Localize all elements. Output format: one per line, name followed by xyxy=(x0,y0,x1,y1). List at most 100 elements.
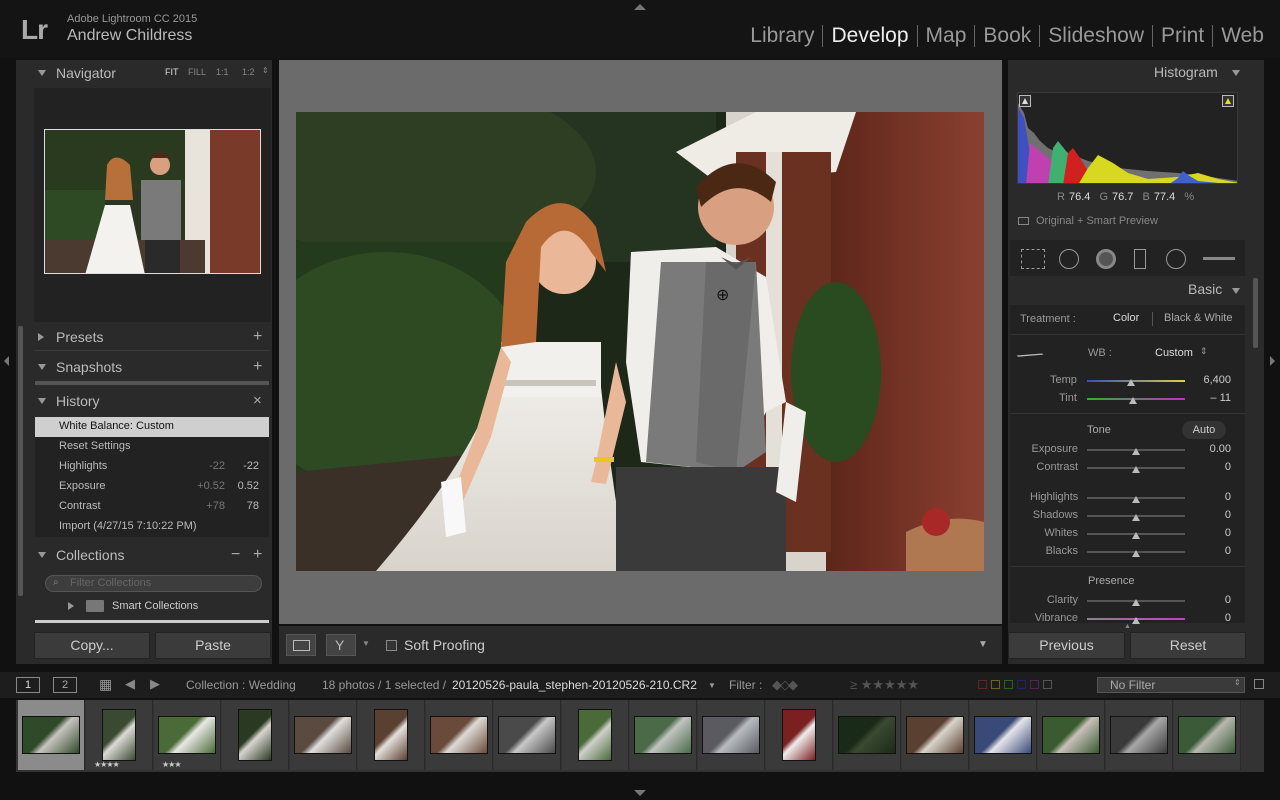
filmstrip-thumbnail[interactable] xyxy=(358,700,425,770)
presence-slider-handle[interactable] xyxy=(1132,617,1140,624)
module-print[interactable]: Print xyxy=(1153,24,1212,48)
history-step[interactable]: White Balance: Custom xyxy=(35,417,269,437)
tone-slider-handle[interactable] xyxy=(1132,514,1140,521)
filename-dropdown-icon[interactable]: ▼ xyxy=(708,681,716,690)
red-eye-icon[interactable] xyxy=(1096,249,1116,269)
zoom-fit[interactable]: FIT xyxy=(165,67,179,77)
radial-filter-icon[interactable] xyxy=(1166,249,1186,269)
tint-value[interactable]: – 11 xyxy=(1191,392,1231,404)
module-web[interactable]: Web xyxy=(1213,24,1272,48)
tone-slider-handle[interactable] xyxy=(1132,448,1140,455)
yellow-label-filter[interactable] xyxy=(991,680,1000,689)
tone-slider-value[interactable]: 0 xyxy=(1191,545,1231,557)
collection-source[interactable]: Collection : Wedding xyxy=(186,678,296,692)
crop-tool-icon[interactable] xyxy=(1021,249,1045,269)
copy-button[interactable]: Copy... xyxy=(34,632,150,659)
collapse-right-arrow-icon[interactable] xyxy=(1270,356,1275,366)
grid-view-icon[interactable]: ▦ xyxy=(99,676,112,693)
history-header[interactable]: History xyxy=(38,389,100,413)
filmstrip-thumbnail[interactable] xyxy=(1174,700,1241,770)
add-preset-icon[interactable]: + xyxy=(253,328,262,346)
clear-history-icon[interactable]: × xyxy=(253,392,262,409)
filmstrip-thumbnail[interactable] xyxy=(290,700,357,770)
collapse-triangle-icon[interactable] xyxy=(1232,288,1240,294)
module-library[interactable]: Library xyxy=(742,24,822,48)
collections-header[interactable]: Collections xyxy=(38,543,124,567)
highlight-clipping-toggle[interactable] xyxy=(1222,95,1234,107)
collapse-left-arrow-icon[interactable] xyxy=(4,356,9,366)
tone-slider-value[interactable]: 0 xyxy=(1191,491,1231,503)
temp-slider-handle[interactable] xyxy=(1127,379,1136,386)
temp-slider[interactable] xyxy=(1087,380,1185,382)
history-step[interactable]: Import (4/27/15 7:10:22 PM) xyxy=(35,517,269,537)
wb-select[interactable]: Custom xyxy=(1155,347,1193,359)
histogram-graph[interactable] xyxy=(1017,92,1238,184)
basic-title[interactable]: Basic xyxy=(1188,281,1222,297)
collapse-bottom-arrow-icon[interactable] xyxy=(634,790,646,796)
primary-window-button[interactable]: 1 xyxy=(16,677,40,693)
view-dropdown-icon[interactable]: ▼ xyxy=(362,639,370,648)
green-label-filter[interactable] xyxy=(1004,680,1013,689)
back-arrow-icon[interactable]: ◀ xyxy=(125,676,135,692)
tint-slider-handle[interactable] xyxy=(1129,397,1138,404)
module-map[interactable]: Map xyxy=(918,24,975,48)
snapshots-header[interactable]: Snapshots xyxy=(38,355,122,379)
selected-filename[interactable]: 20120526-paula_stephen-20120526-210.CR2 xyxy=(452,678,697,692)
history-step[interactable]: Highlights -22 -22 xyxy=(35,457,269,477)
histogram-title[interactable]: Histogram xyxy=(1154,64,1218,80)
collapse-top-arrow-icon[interactable] xyxy=(634,4,646,10)
other-label-filter[interactable] xyxy=(1043,680,1052,689)
zoom-stepper-icon[interactable]: ⇕ xyxy=(262,66,269,75)
right-panel-scrollbar[interactable] xyxy=(1253,278,1258,348)
zoom-1-1[interactable]: 1:1 xyxy=(216,67,229,77)
tone-slider-value[interactable]: 0.00 xyxy=(1191,443,1231,455)
tone-slider-handle[interactable] xyxy=(1132,466,1140,473)
module-develop[interactable]: Develop xyxy=(823,24,916,48)
treatment-black-white[interactable]: Black & White xyxy=(1164,312,1232,324)
flag-filter-icons[interactable]: ◆◇◆ xyxy=(772,677,798,693)
filmstrip-thumbnail[interactable] xyxy=(902,700,969,770)
add-snapshot-icon[interactable]: + xyxy=(253,358,262,376)
filter-preset-select[interactable]: No Filter xyxy=(1097,677,1245,693)
treatment-color[interactable]: Color xyxy=(1113,312,1139,324)
tone-slider-value[interactable]: 0 xyxy=(1191,461,1231,473)
soft-proofing-checkbox[interactable] xyxy=(386,640,397,651)
add-collection-icon[interactable]: + xyxy=(253,546,262,564)
presence-slider-handle[interactable] xyxy=(1132,599,1140,606)
color-label-filters[interactable] xyxy=(978,680,1052,689)
tone-slider-handle[interactable] xyxy=(1132,550,1140,557)
reset-button[interactable]: Reset xyxy=(1130,632,1246,659)
previous-button[interactable]: Previous xyxy=(1008,632,1125,659)
history-step[interactable]: Reset Settings xyxy=(35,437,269,457)
zoom-fill[interactable]: FILL xyxy=(188,67,206,77)
navigator-header[interactable]: Navigator xyxy=(38,61,116,85)
filmstrip-thumbnail[interactable] xyxy=(562,700,629,770)
blue-label-filter[interactable] xyxy=(1017,680,1026,689)
filter-collections-input[interactable]: Filter Collections xyxy=(45,575,262,592)
paste-button[interactable]: Paste xyxy=(155,632,271,659)
left-panel-scrollbar[interactable] xyxy=(18,326,23,596)
filmstrip-thumbnail[interactable] xyxy=(834,700,901,770)
purple-label-filter[interactable] xyxy=(1030,680,1039,689)
collapse-triangle-icon[interactable] xyxy=(1232,70,1240,76)
spot-removal-icon[interactable] xyxy=(1059,249,1079,269)
loupe-view-button[interactable] xyxy=(286,634,316,656)
filmstrip-thumbnail[interactable] xyxy=(1106,700,1173,770)
before-after-view-button[interactable]: Y xyxy=(326,634,356,656)
filmstrip-thumbnail[interactable] xyxy=(630,700,697,770)
filmstrip-thumbnail[interactable] xyxy=(766,700,833,770)
presence-slider-value[interactable]: 0 xyxy=(1191,594,1231,606)
auto-tone-button[interactable]: Auto xyxy=(1182,421,1226,439)
presence-slider-value[interactable]: 0 xyxy=(1191,612,1231,624)
smart-preview-status[interactable]: Original + Smart Preview xyxy=(1018,215,1158,227)
history-step[interactable]: Exposure +0.52 0.52 xyxy=(35,477,269,497)
smart-collections-item[interactable]: Smart Collections xyxy=(68,600,198,612)
forward-arrow-icon[interactable]: ▶ xyxy=(150,676,160,692)
filmstrip-thumbnail[interactable] xyxy=(1038,700,1105,770)
shadow-clipping-toggle[interactable] xyxy=(1019,95,1031,107)
filmstrip-thumbnail[interactable] xyxy=(222,700,289,770)
remove-collection-icon[interactable]: − xyxy=(231,546,240,564)
filmstrip-thumbnail[interactable]: ★★★★ xyxy=(86,700,153,770)
tone-slider-value[interactable]: 0 xyxy=(1191,527,1231,539)
filmstrip-thumbnail[interactable]: ★★★ xyxy=(154,700,221,770)
